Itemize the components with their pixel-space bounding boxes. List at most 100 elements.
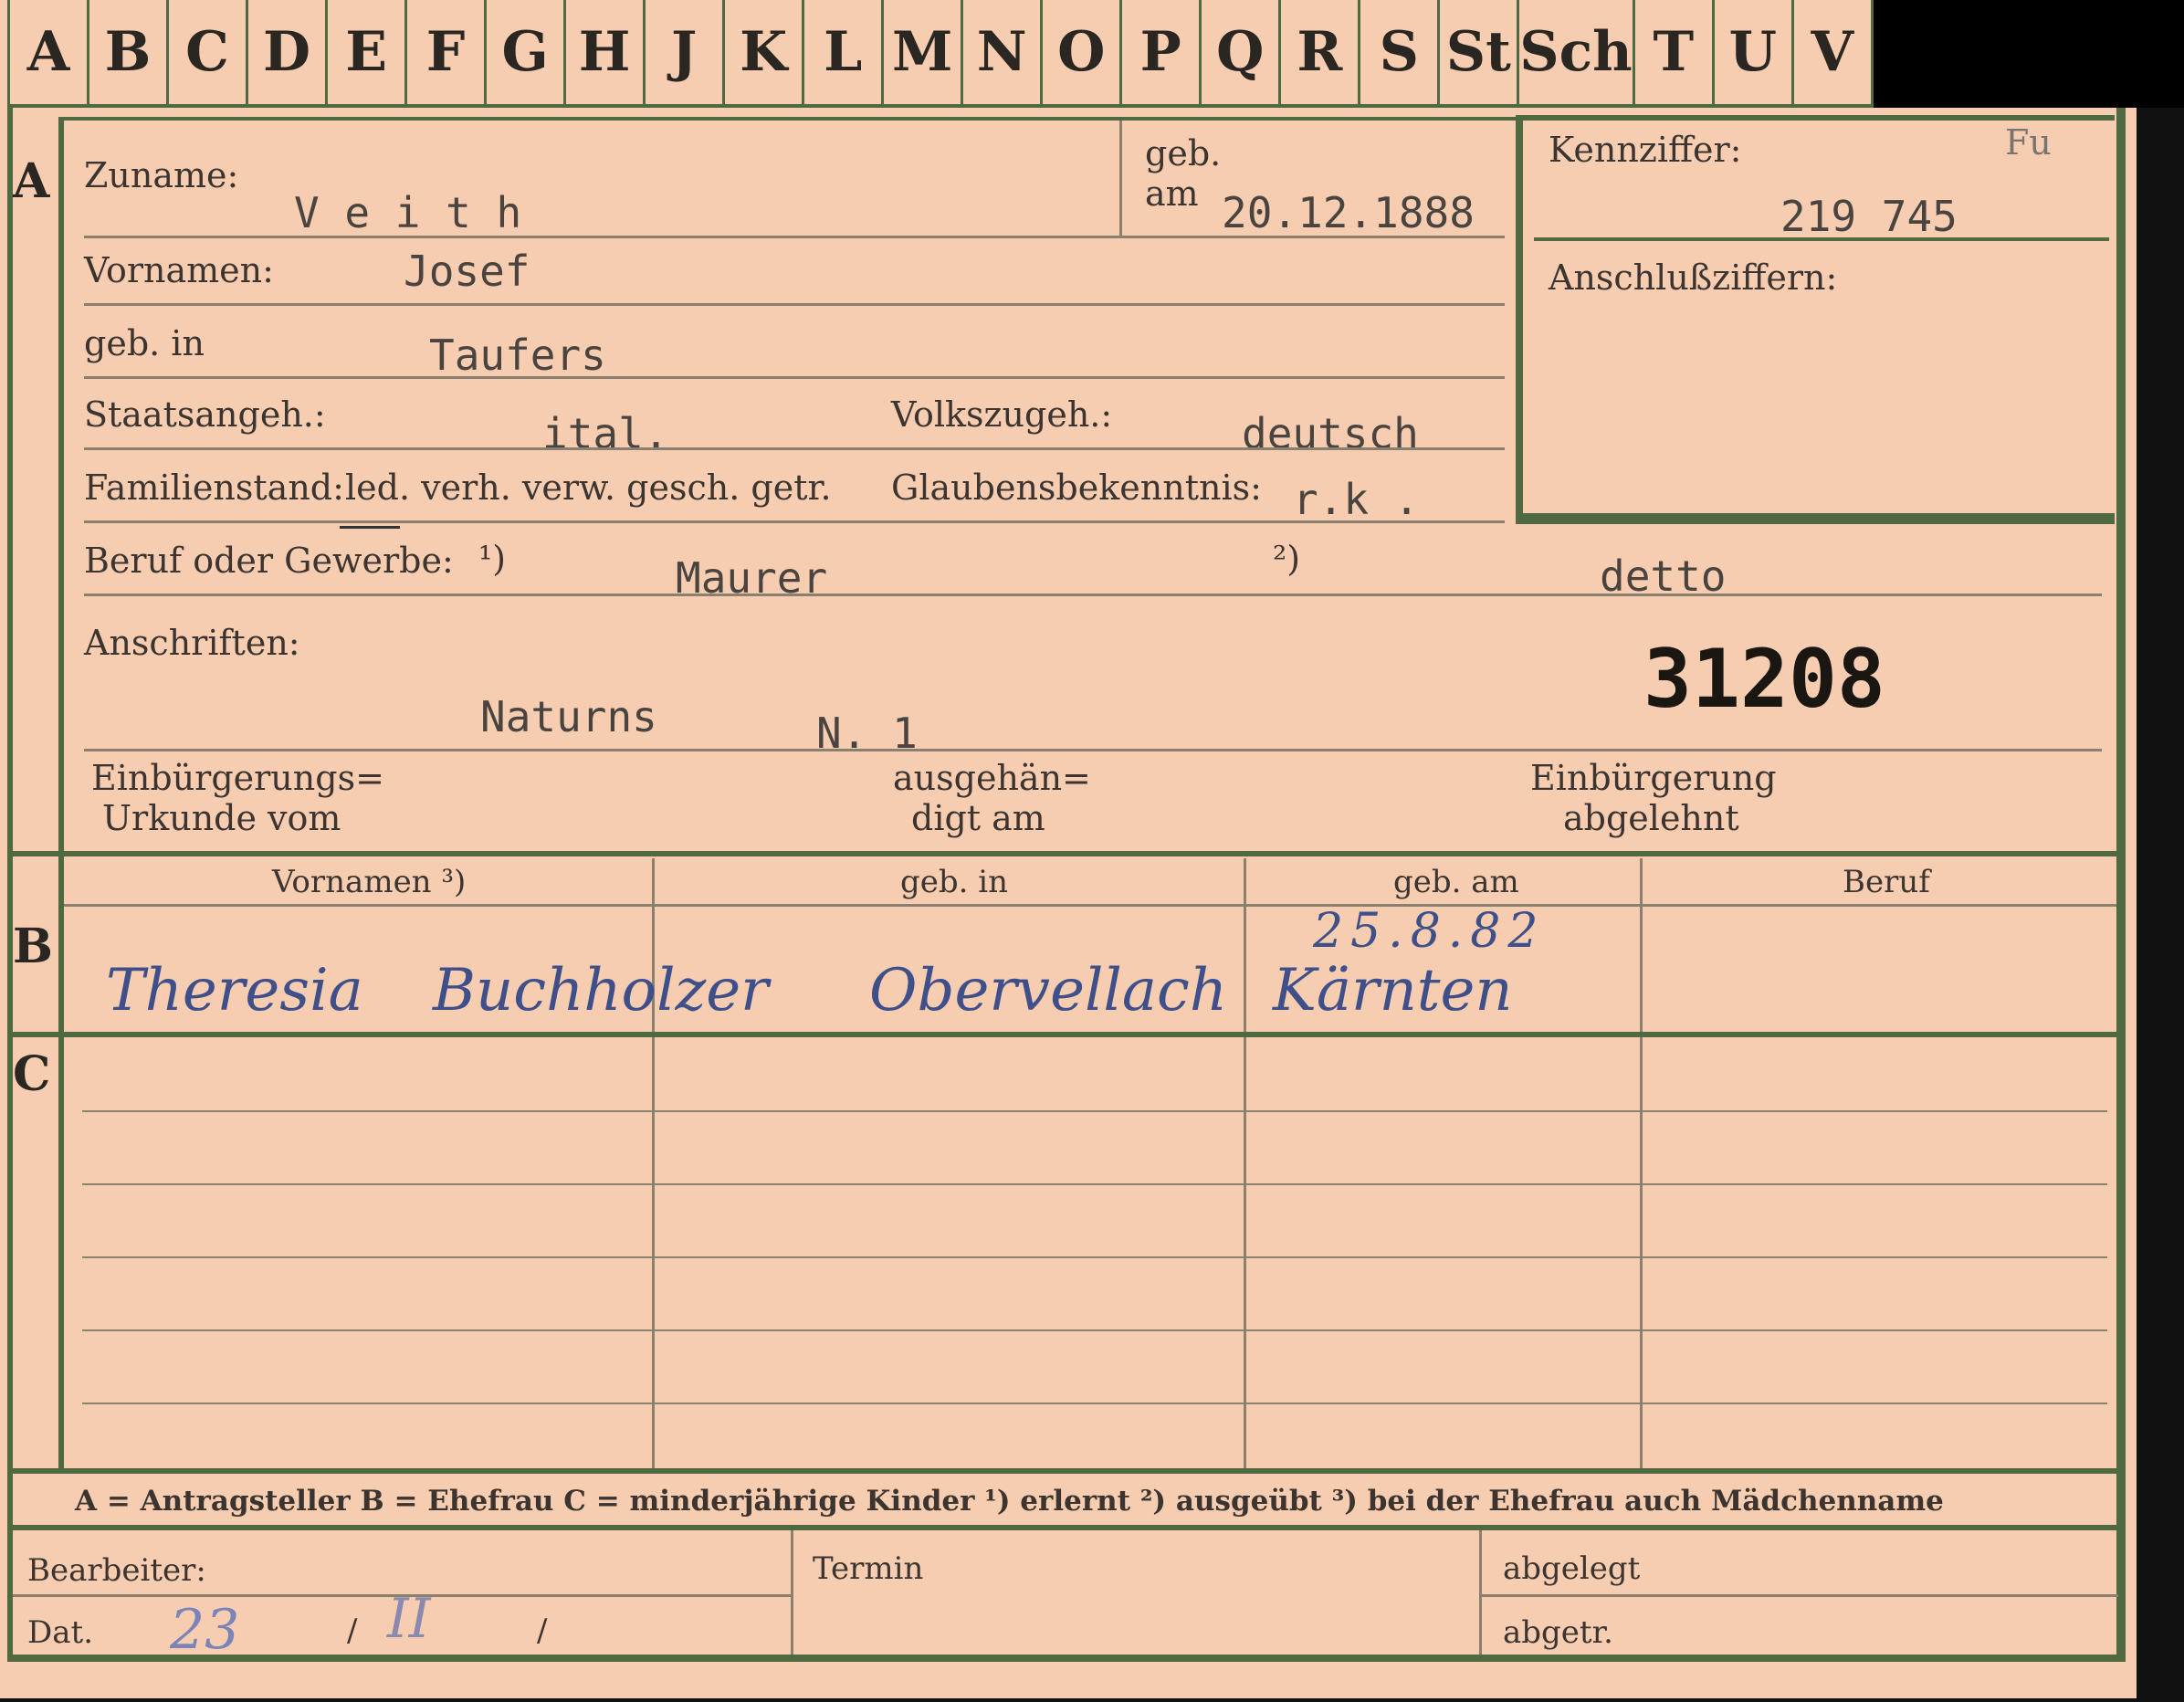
removed-label: abgetr.	[1503, 1614, 1613, 1651]
line-4	[84, 447, 1505, 450]
date-month-handwritten: II	[387, 1587, 431, 1651]
frame-left	[7, 108, 13, 1660]
spouse-maidenname-handwritten: Buchholzer	[433, 957, 769, 1024]
first-names-label: Vornamen:	[84, 250, 274, 290]
marital-status-options: led. verh. verw. gesch. getr.	[345, 468, 832, 508]
kenn-divider	[1534, 237, 2109, 241]
am-label: am	[1145, 173, 1199, 214]
spouse-col-occupation: Beruf	[1843, 864, 1930, 900]
addresses-label: Anschriften:	[84, 623, 300, 663]
tab-n[interactable]: N	[963, 0, 1044, 108]
tab-k[interactable]: K	[725, 0, 805, 108]
spouse-col-birthplace: geb. in	[900, 864, 1009, 900]
ethnicity-value: deutsch	[1242, 409, 1419, 458]
tab-f[interactable]: F	[407, 0, 488, 108]
spouse-header-line	[64, 904, 2116, 907]
footer-divider-2	[1479, 1530, 1482, 1655]
tab-s[interactable]: S	[1360, 0, 1441, 108]
occupation-footnote-1: ¹)	[478, 539, 507, 579]
filed-label: abgelegt	[1503, 1550, 1641, 1587]
section-a-label: A	[13, 153, 50, 209]
line-2	[84, 303, 1505, 306]
spouse-birthdate-handwritten: 25.8.82	[1313, 904, 1546, 959]
processor-label: Bearbeiter:	[27, 1552, 206, 1589]
tab-e[interactable]: E	[328, 0, 408, 108]
kennziffer-value: 219 745	[1780, 192, 1958, 241]
tab-l[interactable]: L	[804, 0, 885, 108]
first-names-value: Josef	[404, 247, 530, 296]
spouse-firstname-handwritten: Theresia	[106, 957, 363, 1024]
tab-o[interactable]: O	[1043, 0, 1123, 108]
spouse-region-handwritten: Kärnten	[1273, 957, 1513, 1024]
birthplace-value: Taufers	[429, 331, 606, 380]
spouse-col-divider-3	[1640, 858, 1643, 1032]
tab-v[interactable]: V	[1793, 0, 1874, 108]
frame-right	[2116, 108, 2126, 1660]
address-place-value: Naturns	[480, 692, 657, 741]
tab-c[interactable]: C	[169, 0, 249, 108]
kenn-box-left	[1516, 115, 1523, 522]
tab-j[interactable]: J	[646, 0, 726, 108]
citizenship-value: ital.	[542, 409, 669, 458]
background-corner	[1874, 0, 2184, 108]
date-label: Dat.	[27, 1614, 94, 1651]
registration-card: A B C D E F G H J K L M N O P Q R S St S…	[0, 0, 2137, 1698]
tab-p[interactable]: P	[1122, 0, 1202, 108]
spouse-birthplace-handwritten: Obervellach	[869, 957, 1228, 1024]
naturalization-certificate-label-1: Einbürgerungs=	[91, 758, 384, 798]
handed-out-label-2: digt am	[911, 798, 1045, 838]
date-slash-1: /	[347, 1613, 358, 1649]
tab-d[interactable]: D	[248, 0, 329, 108]
religion-value: r.k .	[1293, 475, 1420, 524]
legend-bottom	[7, 1525, 2122, 1530]
tab-m[interactable]: M	[884, 0, 964, 108]
footer-divider-1	[791, 1530, 793, 1655]
naturalization-certificate-label-2: Urkunde vom	[102, 798, 341, 838]
tab-u[interactable]: U	[1714, 0, 1794, 108]
kenn-box-top	[1516, 115, 2115, 121]
tab-t[interactable]: T	[1634, 0, 1715, 108]
tab-q[interactable]: Q	[1202, 0, 1282, 108]
tab-g[interactable]: G	[487, 0, 567, 108]
marital-status-label: Familienstand:	[84, 468, 344, 508]
birthplace-label: geb. in	[84, 323, 205, 363]
spouse-col-birthdate: geb. am	[1393, 864, 1519, 900]
geb-divider	[1119, 121, 1122, 236]
section-c-label: C	[13, 1046, 51, 1102]
surname-label: Zuname:	[84, 155, 239, 195]
tab-b[interactable]: B	[89, 0, 170, 108]
section-c-top	[7, 1032, 2122, 1037]
deadline-label: Termin	[813, 1550, 924, 1587]
kennziffer-note: Fu	[2005, 122, 2052, 163]
anschlussziffern-label: Anschlußziffern:	[1549, 257, 1838, 298]
frame-bottom	[7, 1655, 2126, 1662]
line-5	[84, 520, 1505, 523]
line-3	[84, 376, 1505, 379]
children-row-line	[82, 1403, 2107, 1404]
date-slash-2: /	[537, 1613, 548, 1649]
kenn-box-bottom	[1516, 513, 2115, 524]
religion-label: Glaubensbekenntnis:	[891, 468, 1262, 508]
tab-h[interactable]: H	[566, 0, 646, 108]
legend-top	[7, 1468, 2122, 1474]
spouse-col-divider-2	[1244, 858, 1246, 1032]
section-b-label: B	[13, 919, 53, 974]
tab-r[interactable]: R	[1281, 0, 1361, 108]
section-column-divider	[58, 117, 64, 1472]
line-6	[84, 594, 2102, 596]
line-1	[84, 236, 1505, 238]
children-row-line	[82, 1183, 2107, 1185]
tab-sch[interactable]: Sch	[1519, 0, 1635, 108]
tab-a[interactable]: A	[7, 0, 90, 108]
tab-st[interactable]: St	[1440, 0, 1520, 108]
file-number-stamp: 31208	[1643, 632, 1885, 726]
geb-label: geb.	[1145, 133, 1222, 173]
alphabet-index-tabs: A B C D E F G H J K L M N O P Q R S St S…	[7, 0, 1874, 108]
birth-date-value: 20.12.1888	[1222, 188, 1475, 237]
children-row-line	[82, 1256, 2107, 1258]
line-7	[84, 749, 2102, 751]
naturalization-refused-label-1: Einbürgerung	[1530, 758, 1777, 798]
children-row-line	[82, 1110, 2107, 1112]
section-b-top	[7, 851, 2122, 856]
children-row-line	[82, 1329, 2107, 1331]
